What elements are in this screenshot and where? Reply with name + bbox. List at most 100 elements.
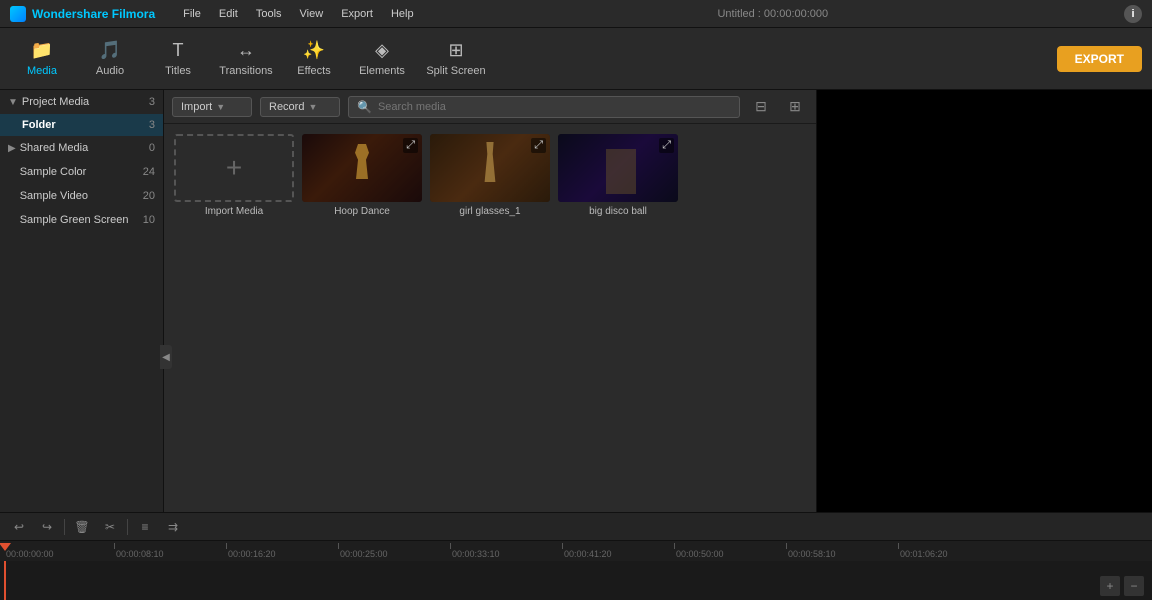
menu-tools[interactable]: Tools <box>248 6 290 22</box>
toolbar-effects[interactable]: ✨ Effects <box>282 32 346 86</box>
sidebar-folder-count: 3 <box>149 119 155 131</box>
toolbar-split-screen[interactable]: ⊞ Split Screen <box>418 32 494 86</box>
ruler-mark-8: 00:01:06:20 <box>898 543 1010 559</box>
import-dropdown[interactable]: Import ▼ <box>172 97 252 117</box>
expand-icon: ⤢ <box>403 138 418 153</box>
toolbar-audio[interactable]: 🎵 Audio <box>78 32 142 86</box>
toolbar-titles-label: Titles <box>165 65 191 77</box>
effects-icon: ✨ <box>303 40 325 61</box>
toolbar-titles[interactable]: T Titles <box>146 32 210 86</box>
media-item-girl-glasses[interactable]: ⤢ girl glasses_1 <box>430 134 550 217</box>
media-label-disco-ball: big disco ball <box>558 206 678 217</box>
bottom-section: ▼ Project Media 3 Folder 3 ▶ Shared Medi… <box>0 90 1152 600</box>
export-button[interactable]: EXPORT <box>1057 46 1142 72</box>
app-logo: Wondershare Filmora <box>10 6 155 22</box>
toolbar-effects-label: Effects <box>297 65 330 77</box>
ruler-mark-4: 00:00:33:10 <box>450 543 562 559</box>
undo-button[interactable]: ↩ <box>8 516 30 538</box>
sidebar-project-media[interactable]: ▼ Project Media 3 <box>0 90 163 114</box>
app: Wondershare Filmora File Edit Tools View… <box>0 0 1152 600</box>
sidebar-sample-video[interactable]: ▶ Sample Video 20 <box>0 184 163 208</box>
media-label-girl-glasses: girl glasses_1 <box>430 206 550 217</box>
import-label: Import <box>181 101 212 113</box>
zoom-in-button[interactable]: + <box>1100 576 1120 596</box>
search-icon: 🔍 <box>357 100 372 114</box>
import-chevron-icon: ▼ <box>216 102 225 112</box>
sidebar-folder-label: Folder <box>22 119 149 131</box>
record-chevron-icon: ▼ <box>308 102 317 112</box>
search-bar: 🔍 <box>348 96 740 118</box>
sidebar-sample-color-count: 24 <box>143 166 155 178</box>
ruler-mark-3: 00:00:25:00 <box>338 543 450 559</box>
preview-screen <box>817 90 1152 538</box>
sidebar-shared-media[interactable]: ▶ Shared Media 0 <box>0 136 163 160</box>
sidebar-sample-green-count: 10 <box>143 214 155 226</box>
properties-button[interactable]: ≡ <box>134 516 156 538</box>
info-icon[interactable]: i <box>1124 5 1142 23</box>
menu-file[interactable]: File <box>175 6 209 22</box>
app-title: Wondershare Filmora <box>32 7 155 21</box>
expand-icon3: ⤢ <box>659 138 674 153</box>
content-toolbar: Import ▼ Record ▼ 🔍 ⊟ ⊞ <box>164 90 816 124</box>
ruler-track: 00:00:00:00 00:00:08:10 00:00:16:20 00:0… <box>0 543 1152 559</box>
toolbar-transitions-label: Transitions <box>219 65 272 77</box>
record-dropdown[interactable]: Record ▼ <box>260 97 340 117</box>
sidebar-folder[interactable]: Folder 3 <box>0 114 163 136</box>
ruler-mark-0: 00:00:00:00 <box>4 543 114 559</box>
timeline-toolbar: ↩ ↪ 🗑 ✂ ≡ ⇉ <box>0 513 1152 541</box>
toolbar-elements-label: Elements <box>359 65 405 77</box>
chevron-down-icon: ▼ <box>8 97 18 108</box>
menu-export[interactable]: Export <box>333 6 381 22</box>
import-media-label: Import Media <box>174 206 294 217</box>
zoom-out-button[interactable]: − <box>1124 576 1144 596</box>
cut-button[interactable]: ✂ <box>99 516 121 538</box>
split-screen-icon: ⊞ <box>448 40 463 61</box>
zoom-controls: + − <box>1100 576 1144 596</box>
grid-view-button[interactable]: ⊞ <box>782 94 808 120</box>
sidebar-sample-green-label: Sample Green Screen <box>20 214 143 226</box>
ruler-mark-5: 00:00:41:20 <box>562 543 674 559</box>
sidebar-project-media-count: 3 <box>149 96 155 108</box>
toolbar-transitions[interactable]: ↔ Transitions <box>214 32 278 86</box>
menu-bar: File Edit Tools View Export Help <box>175 6 421 22</box>
media-item-disco-ball[interactable]: ⤢ big disco ball <box>558 134 678 217</box>
import-media-button[interactable]: + <box>174 134 294 202</box>
import-media-item[interactable]: + Import Media <box>174 134 294 217</box>
toolbar-elements[interactable]: ◈ Elements <box>350 32 414 86</box>
sidebar-sample-video-count: 20 <box>143 190 155 202</box>
sidebar-shared-count: 0 <box>149 142 155 154</box>
media-thumb-hoop-dance: ⤢ <box>302 134 422 202</box>
filter-button[interactable]: ⊟ <box>748 94 774 120</box>
expand-icon2: ⤢ <box>531 138 546 153</box>
sidebar-sample-color-label: Sample Color <box>20 166 143 178</box>
divider1 <box>64 519 65 535</box>
elements-icon: ◈ <box>375 40 389 61</box>
sidebar-sample-green[interactable]: ▶ Sample Green Screen 10 <box>0 208 163 232</box>
search-input[interactable] <box>378 101 731 113</box>
sidebar-project-media-label: Project Media <box>22 96 149 108</box>
redo-button[interactable]: ↪ <box>36 516 58 538</box>
menu-edit[interactable]: Edit <box>211 6 246 22</box>
divider2 <box>127 519 128 535</box>
sidebar-collapse-button[interactable]: ◀ <box>160 345 172 369</box>
audio-icon: 🎵 <box>99 40 121 61</box>
media-thumb-girl-glasses: ⤢ <box>430 134 550 202</box>
record-label: Record <box>269 101 304 113</box>
menu-help[interactable]: Help <box>383 6 422 22</box>
timeline: ↩ ↪ 🗑 ✂ ≡ ⇉ 00:00:00:00 00:00:08:10 00:0… <box>0 512 1152 600</box>
timeline-ruler: 00:00:00:00 00:00:08:10 00:00:16:20 00:0… <box>0 541 1152 561</box>
ruler-mark-2: 00:00:16:20 <box>226 543 338 559</box>
ruler-mark-7: 00:00:58:10 <box>786 543 898 559</box>
app-logo-icon <box>10 6 26 22</box>
titles-icon: T <box>173 40 184 61</box>
project-title: Untitled : 00:00:00:000 <box>422 8 1124 20</box>
delete-button[interactable]: 🗑 <box>71 516 93 538</box>
media-item-hoop-dance[interactable]: ⤢ Hoop Dance <box>302 134 422 217</box>
menu-view[interactable]: View <box>292 6 332 22</box>
ruler-mark-6: 00:00:50:00 <box>674 543 786 559</box>
toolbar-media[interactable]: 📁 Media <box>10 32 74 86</box>
sidebar-sample-color[interactable]: ▶ Sample Color 24 <box>0 160 163 184</box>
speed-button[interactable]: ⇉ <box>162 516 184 538</box>
timeline-tracks[interactable]: + − <box>0 561 1152 600</box>
toolbar-audio-label: Audio <box>96 65 124 77</box>
